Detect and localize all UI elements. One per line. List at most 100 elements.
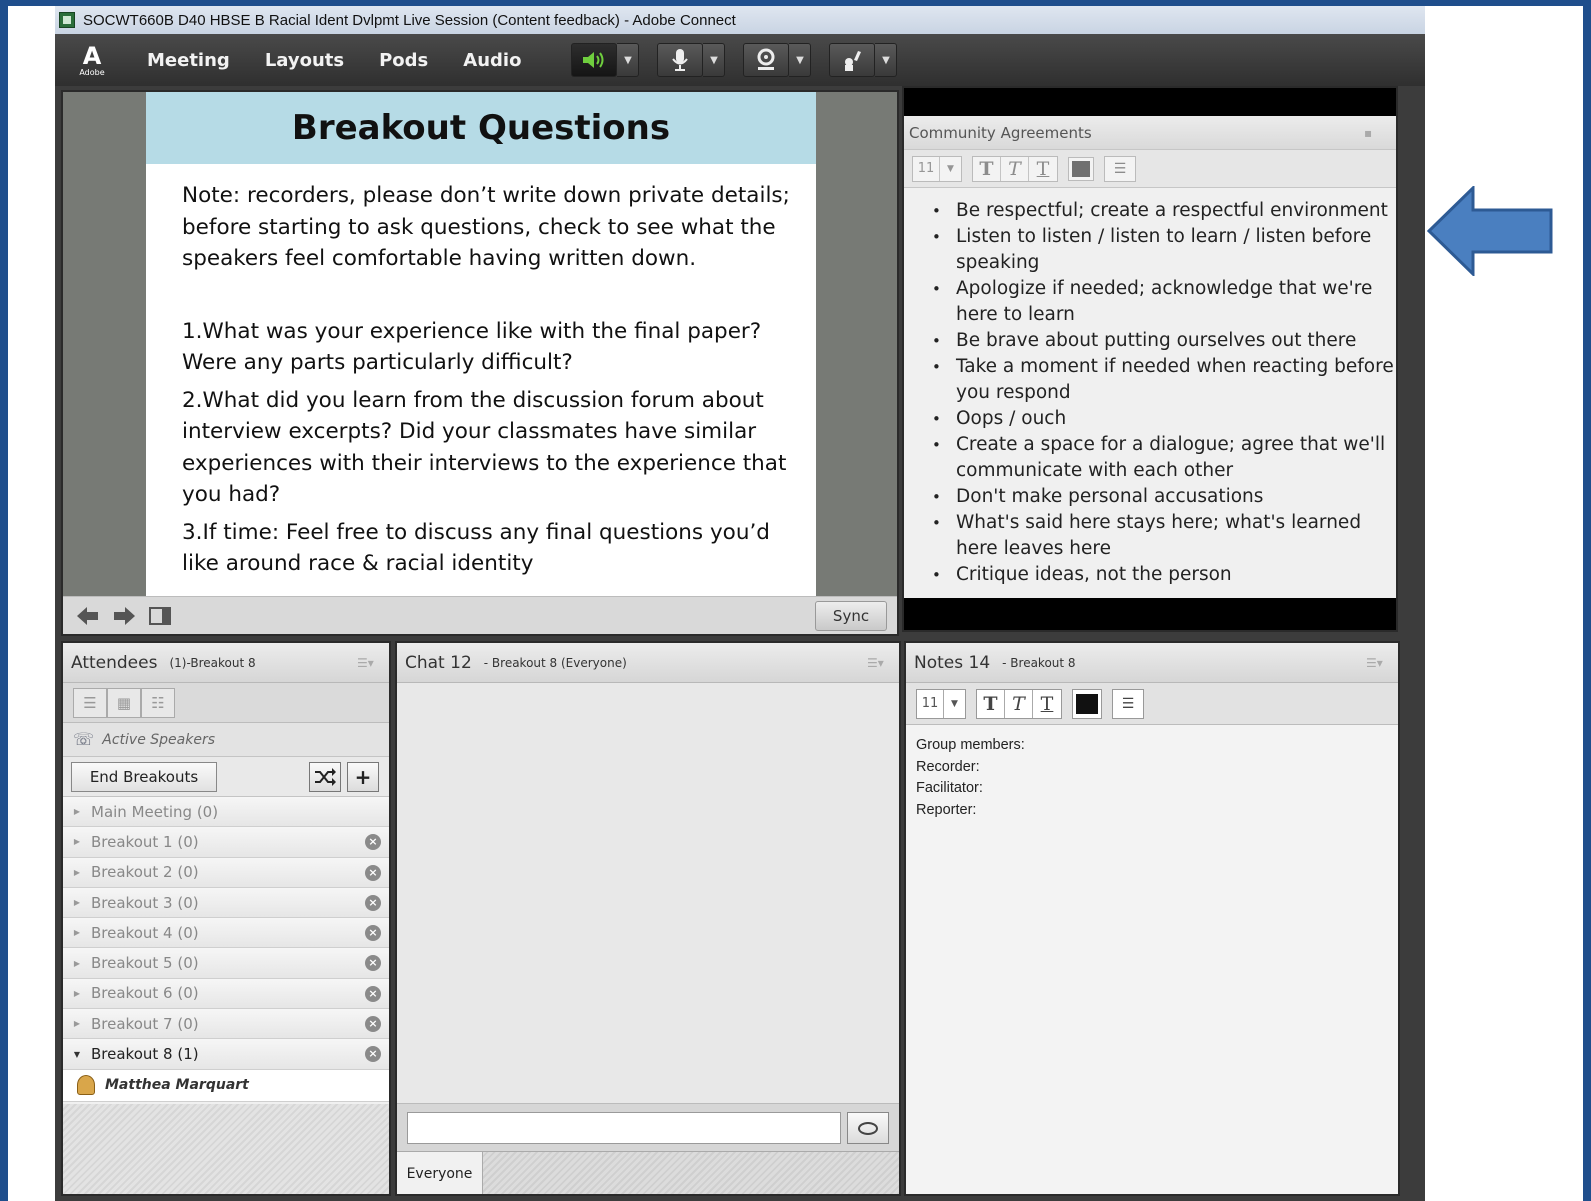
speaker-dropdown-icon[interactable]: ▼ [617,43,640,77]
chat-title: Chat 12 [405,652,472,673]
tab-everyone[interactable]: Everyone [397,1152,483,1194]
status-view-icon[interactable]: ☷ [141,687,175,718]
chevron-down-icon[interactable]: ▼ [939,156,961,181]
bold-icon[interactable]: T [973,156,1001,181]
bullet-list-icon[interactable]: ☰ [1112,688,1144,719]
microphone-icon[interactable] [657,43,704,77]
room-label: Main Meeting (0) [91,802,219,821]
remove-room-icon[interactable]: × [365,834,381,851]
speaker-button[interactable]: ▼ [571,43,640,77]
remove-room-icon[interactable]: × [365,1016,381,1033]
send-message-icon[interactable] [847,1112,889,1144]
room-label: Breakout 3 (0) [91,893,199,912]
list-view-icon[interactable]: ☰ [73,687,107,718]
webcam-dropdown-icon[interactable]: ▼ [789,43,812,77]
list-item: Don't make personal accusations [932,484,1396,510]
adobe-logo-mark: A [82,41,102,70]
room-row-main[interactable]: ▶ Main Meeting (0) [63,797,389,828]
bullet-list-icon[interactable]: ☰ [1104,155,1136,182]
shuffle-icon[interactable] [309,762,341,792]
italic-icon[interactable]: T [1005,689,1033,718]
end-breakouts-button[interactable]: End Breakouts [71,761,217,792]
bold-icon[interactable]: T [977,689,1005,718]
underline-icon[interactable]: T [1029,157,1057,181]
speaker-icon[interactable] [571,43,618,77]
list-item: Be brave about putting ourselves out the… [932,328,1396,354]
next-slide-icon[interactable] [113,606,135,626]
notes-content[interactable]: Group members: Recorder: Facilitator: Re… [906,725,1398,1194]
text-color-icon[interactable] [1068,156,1094,181]
room-label: Breakout 7 (0) [91,1014,199,1033]
adobe-logo: A Adobe [77,40,107,80]
slide: Breakout Questions Note: recorders, plea… [146,92,816,596]
italic-icon[interactable]: T [1001,156,1029,181]
room-row[interactable]: ▶ Breakout 5 (0) × [63,948,389,979]
remove-room-icon[interactable]: × [365,985,381,1002]
notes-line: Reporter: [916,801,977,818]
remove-room-icon[interactable]: × [365,894,381,911]
breakouts-toolbar: End Breakouts + [63,757,389,797]
remove-room-icon[interactable]: × [365,955,381,972]
share-pod: Breakout Questions Note: recorders, plea… [61,90,899,636]
text-color-icon[interactable] [1072,688,1102,719]
room-row-open[interactable]: ▼ Breakout 8 (1) × [63,1039,389,1070]
room-row[interactable]: ▶ Breakout 7 (0) × [63,1009,389,1040]
expand-icon[interactable]: ▶ [63,807,91,816]
previous-slide-icon[interactable] [77,606,99,626]
community-agreements-list: Be respectful; create a respectful envir… [904,188,1396,588]
notes-title: Notes 14 [914,652,991,673]
chat-input[interactable] [407,1112,841,1144]
attendees-subtitle: (1)-Breakout 8 [169,655,256,670]
underline-icon[interactable]: T [1033,690,1061,718]
add-room-icon[interactable]: + [347,762,379,792]
remove-room-icon[interactable]: × [365,864,381,881]
expand-icon[interactable]: ▶ [63,868,91,877]
list-item: What's said here stays here; what's lear… [932,510,1396,562]
sync-button[interactable]: Sync [815,601,887,631]
list-item: Critique ideas, not the person [932,562,1396,588]
microphone-button[interactable]: ▼ [657,43,726,77]
chat-header: Chat 12 - Breakout 8 (Everyone) ☰▾ [397,643,899,683]
pod-menu-icon[interactable]: ☰▾ [1366,656,1388,670]
attendee-view-switcher: ☰ ▦ ☷ [63,683,389,723]
expand-icon[interactable]: ▶ [63,898,91,907]
room-row[interactable]: ▶ Breakout 6 (0) × [63,978,389,1010]
expand-icon[interactable]: ▶ [63,989,91,998]
expand-icon[interactable]: ▶ [63,928,91,937]
remove-room-icon[interactable]: × [365,1046,381,1063]
pod-menu-icon[interactable]: ☰▾ [357,656,379,670]
expand-icon[interactable]: ▶ [63,837,91,846]
menu-layouts[interactable]: Layouts [265,50,344,71]
webcam-icon[interactable] [743,43,790,77]
font-size-select[interactable]: 11 ▼ [912,155,962,182]
active-speakers: ☏ Active Speakers [63,723,389,757]
background-band-left [0,0,8,1201]
breakout-view-icon[interactable]: ▦ [107,687,141,718]
expand-icon[interactable]: ▶ [63,959,91,968]
raise-hand-icon[interactable] [829,43,876,77]
room-row[interactable]: ▶ Breakout 2 (0) × [63,857,389,888]
collapse-icon[interactable]: ▼ [63,1050,91,1059]
community-agreements-header: Community Agreements ▪ [904,116,1396,150]
menu-audio[interactable]: Audio [463,50,521,71]
slide-question-2: 2.What did you learn from the discussion… [182,387,787,508]
pod-menu-icon[interactable]: ☰▾ [867,656,889,670]
font-size-select[interactable]: 11 ▼ [916,688,966,719]
menu-pods[interactable]: Pods [379,50,428,71]
microphone-dropdown-icon[interactable]: ▼ [703,43,726,77]
expand-icon[interactable]: ▶ [63,1019,91,1028]
room-row[interactable]: ▶ Breakout 3 (0) × [63,887,389,919]
slide-body: Note: recorders, please don’t write down… [182,180,812,586]
raise-hand-button[interactable]: ▼ [829,43,898,77]
room-row[interactable]: ▶ Breakout 4 (0) × [63,918,389,949]
attendee-row[interactable]: Matthea Marquart [63,1069,389,1102]
toggle-sidebar-icon[interactable] [149,606,171,626]
remove-room-icon[interactable]: × [365,925,381,942]
menu-meeting[interactable]: Meeting [147,50,230,71]
raise-hand-dropdown-icon[interactable]: ▼ [875,43,898,77]
chevron-down-icon[interactable]: ▼ [943,689,965,718]
font-size-value: 11 [917,161,935,176]
room-row[interactable]: ▶ Breakout 1 (0) × [63,827,389,858]
webcam-button[interactable]: ▼ [743,43,812,77]
pod-menu-icon[interactable]: ▪ [1364,126,1386,140]
